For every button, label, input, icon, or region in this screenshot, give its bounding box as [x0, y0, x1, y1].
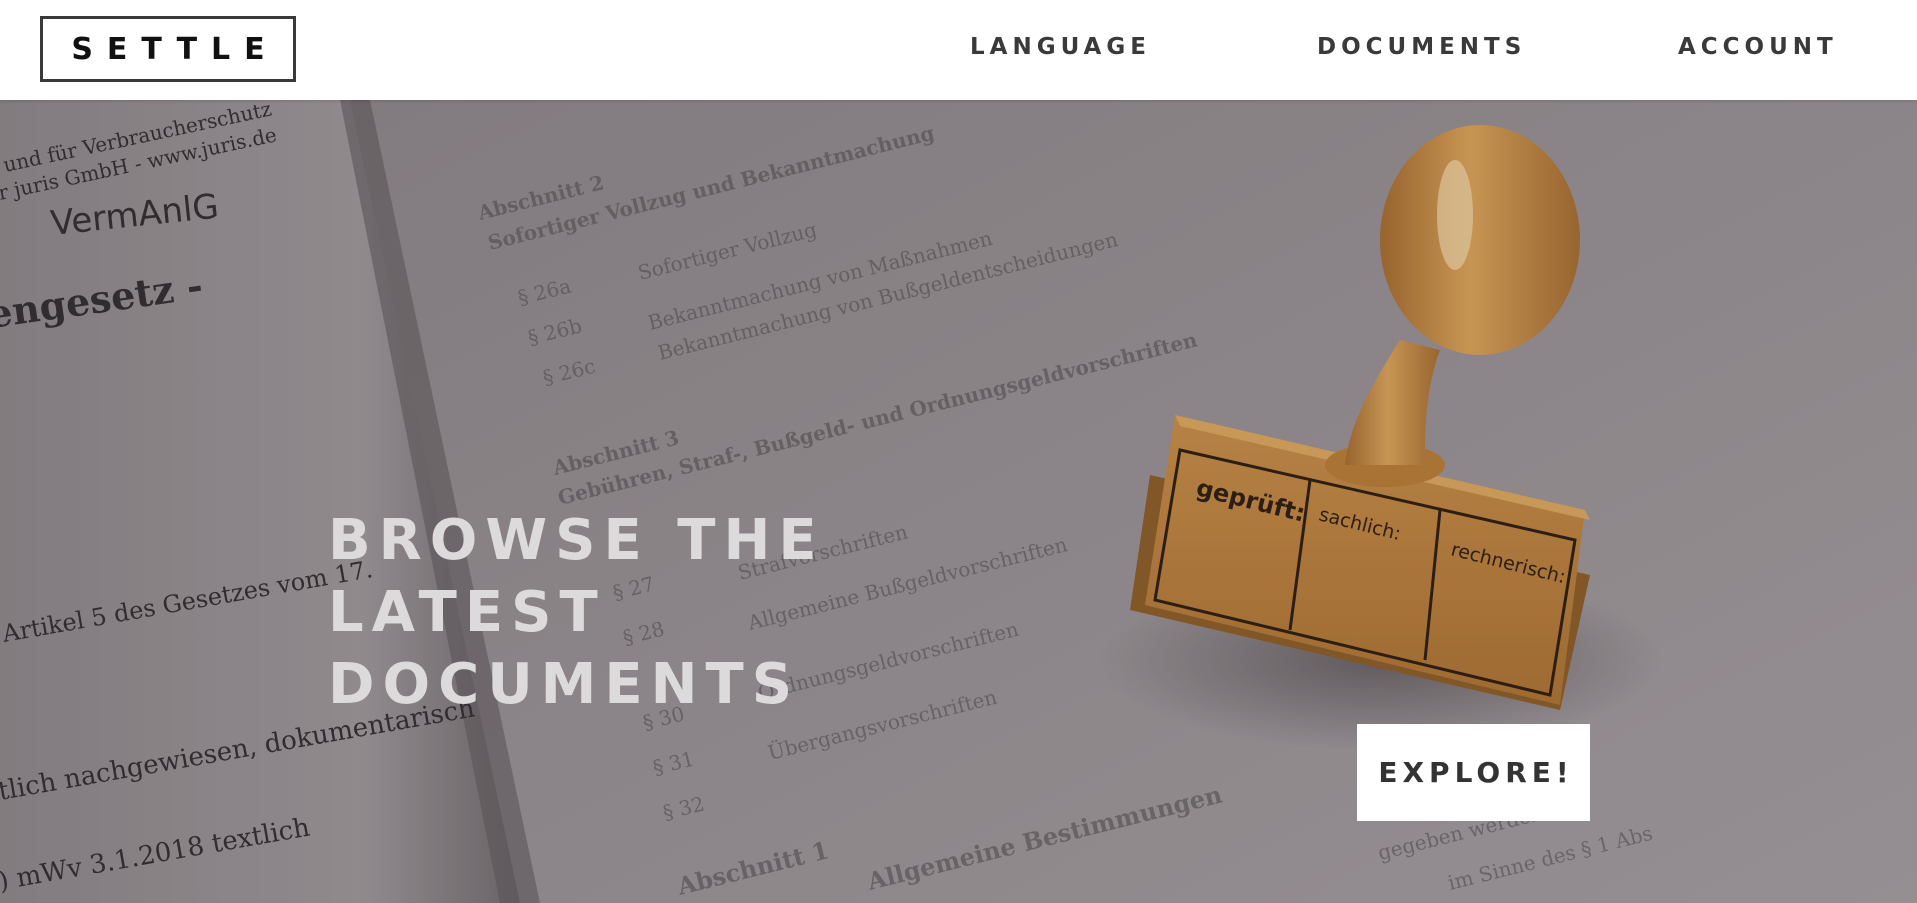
- nav-link-account[interactable]: ACCOUNT: [1678, 34, 1838, 60]
- nav-link-language[interactable]: LANGUAGE: [970, 34, 1151, 60]
- top-navigation-bar: SETTLE LANGUAGE DOCUMENTS ACCOUNT: [0, 0, 1917, 100]
- hero-heading: BROWSE THE LATEST DOCUMENTS: [328, 505, 825, 721]
- explore-button[interactable]: EXPLORE!: [1357, 724, 1590, 821]
- hero-heading-line-2: LATEST: [328, 580, 606, 645]
- hero-background-image: und für Verbraucherschutz r juris GmbH -…: [0, 100, 1917, 903]
- hero-heading-line-3: DOCUMENTS: [328, 652, 801, 717]
- nav-link-documents[interactable]: DOCUMENTS: [1317, 34, 1526, 60]
- hero-banner: und für Verbraucherschutz r juris GmbH -…: [0, 100, 1917, 903]
- hero-heading-line-1: BROWSE THE: [328, 508, 825, 573]
- settle-logo[interactable]: SETTLE: [40, 16, 296, 82]
